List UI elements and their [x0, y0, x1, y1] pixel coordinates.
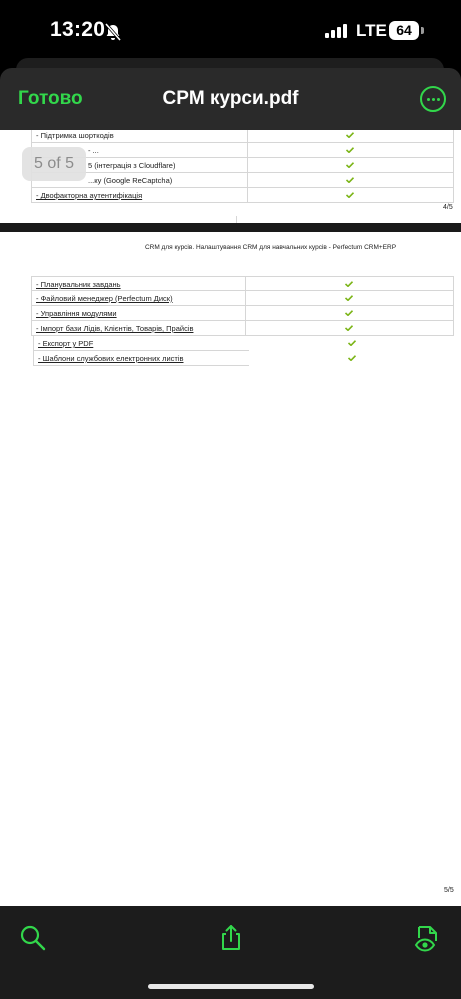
pdf-page-5: CRM для курсів. Налаштування CRM для нав…: [0, 232, 461, 906]
check-icon: [345, 310, 353, 316]
check-icon: [346, 192, 354, 198]
feature-label: 5 (інтеграція з Cloudflare): [88, 161, 176, 170]
signal-icon: [325, 24, 349, 38]
table-row: - Двофакторна аутентифікація: [31, 188, 454, 203]
check-icon: [346, 162, 354, 168]
check-icon: [345, 281, 353, 287]
feature-label: - Шаблони службових електронних листів: [38, 354, 184, 363]
more-icon-dot: [427, 98, 430, 101]
check-icon: [346, 177, 354, 183]
feature-label: - Експорт у PDF: [38, 339, 94, 348]
feature-label: - Підтримка шорткодів: [36, 131, 114, 140]
check-icon: [348, 340, 356, 346]
network-type: LTE: [356, 21, 387, 40]
page-view-icon[interactable]: [413, 924, 441, 952]
feature-label: - Двофакторна аутентифікація: [36, 191, 143, 200]
page-heading: CRM для курсів. Налаштування CRM для нав…: [144, 244, 397, 251]
check-icon: [346, 132, 354, 138]
table-row: - Планувальник завдань: [31, 276, 454, 292]
page-number: 4/5: [443, 204, 453, 211]
battery-cap: [421, 27, 424, 34]
feature-label: ...ку (Google ReCaptcha): [88, 176, 173, 185]
table-row: - Управління модулями: [31, 306, 454, 321]
more-icon-dot: [437, 98, 440, 101]
table-row: - Експорт у PDF: [33, 336, 356, 351]
home-indicator[interactable]: [148, 984, 314, 989]
status-time: 13:20: [50, 18, 106, 41]
feature-label: - Імпорт бази Лідів, Клієнтів, Товарів, …: [36, 324, 194, 333]
check-icon: [345, 325, 353, 331]
document-title: CPM курси.pdf: [162, 88, 299, 109]
table-divider: [236, 216, 237, 223]
feature-label: - Планувальник завдань: [36, 280, 121, 289]
battery-level: 64: [396, 22, 412, 38]
check-icon: [346, 147, 354, 153]
page-indicator: 5 of 5: [22, 147, 86, 181]
table-row: - Файловий менеджер (Perfectum Диск): [31, 291, 454, 306]
table-row: - ...: [31, 143, 454, 158]
table-row: - Шаблони службових електронних листів: [33, 351, 356, 366]
page-separator: [0, 223, 461, 232]
more-icon-dot: [432, 98, 435, 101]
feature-label: - Файловий менеджер (Perfectum Диск): [36, 294, 173, 303]
check-icon: [345, 295, 353, 301]
table-row: - Підтримка шорткодів: [31, 130, 454, 143]
share-icon[interactable]: [217, 924, 245, 952]
feature-label: - Управління модулями: [36, 309, 117, 318]
page-number: 5/5: [444, 887, 454, 894]
battery-icon: 64: [389, 21, 419, 40]
table-row: ...ку (Google ReCaptcha): [31, 173, 454, 188]
search-icon[interactable]: [19, 924, 47, 952]
table-row: 5 (інтеграція з Cloudflare): [31, 158, 454, 173]
navigation-bar: Готово CPM курси.pdf: [0, 68, 461, 130]
table-row: - Імпорт бази Лідів, Клієнтів, Товарів, …: [31, 321, 454, 336]
feature-label: - ...: [88, 146, 99, 155]
status-bar: 13:20 LTE 64: [0, 0, 461, 62]
check-icon: [348, 355, 356, 361]
more-options-button[interactable]: [420, 86, 446, 112]
bell-off-icon: [104, 23, 122, 41]
pdf-viewer[interactable]: - Підтримка шорткодів - ... 5 (інтеграці…: [0, 130, 461, 906]
